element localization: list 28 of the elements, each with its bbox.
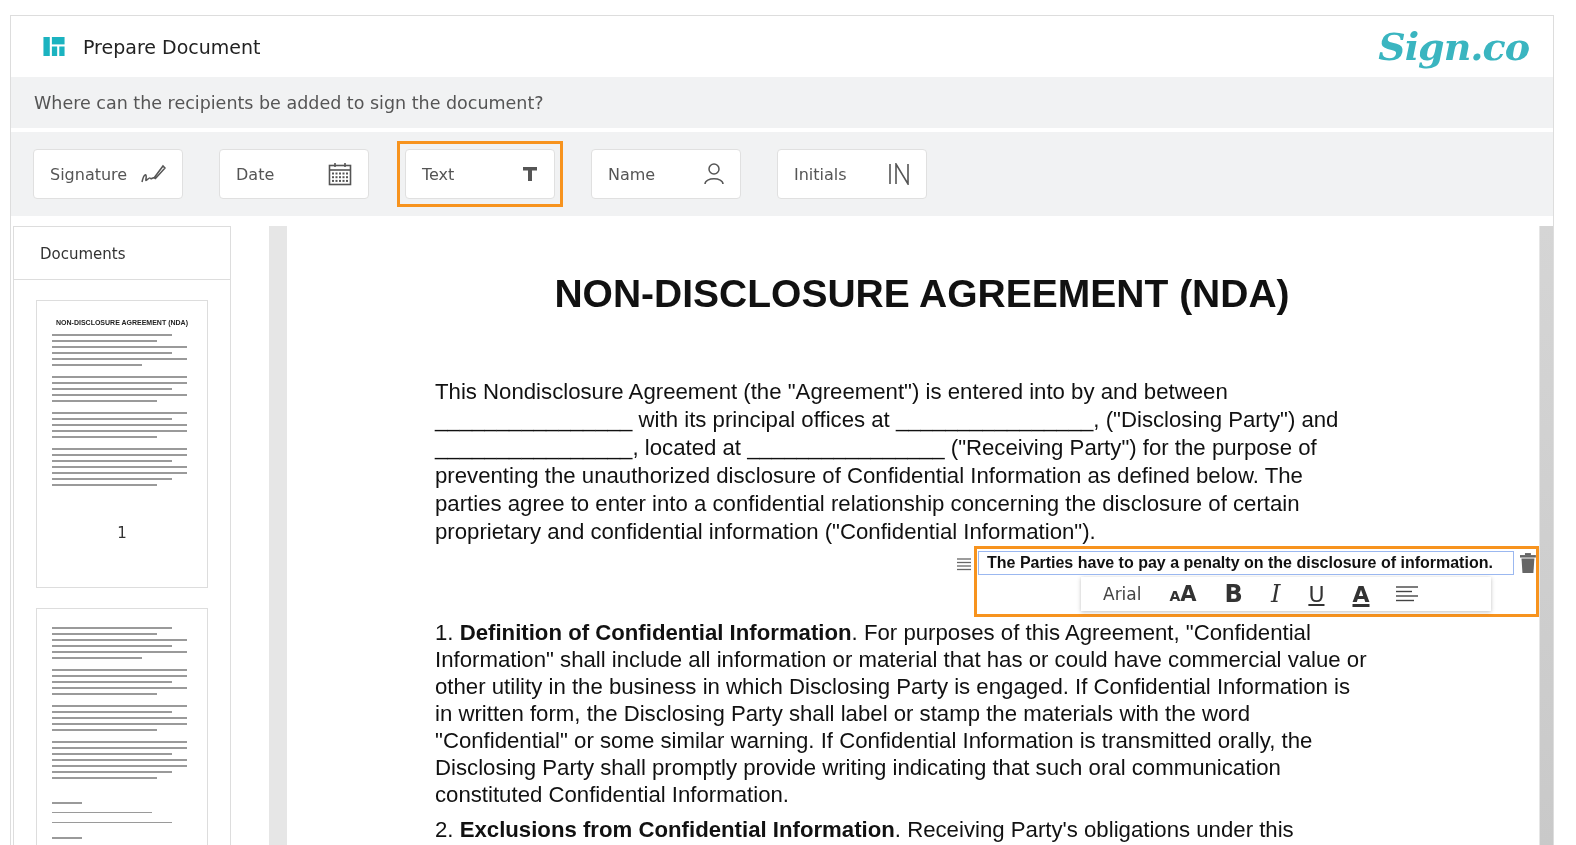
trash-icon[interactable]	[1520, 553, 1536, 573]
text-input-field[interactable]: The Parties have to pay a penalty on the disclosure of information.	[978, 551, 1515, 575]
question-text: Where can the recipients be added to sign the document?	[34, 92, 544, 113]
font-dropdown[interactable]: Arial	[1091, 577, 1154, 611]
person-icon	[704, 163, 724, 185]
page-thumbnail[interactable]	[36, 608, 208, 845]
italic-button[interactable]: I	[1258, 577, 1293, 611]
panel-title: Documents	[14, 227, 230, 280]
initials-icon	[888, 163, 910, 185]
layout-icon	[43, 37, 65, 56]
calendar-icon	[328, 162, 352, 186]
align-left-icon[interactable]	[1395, 586, 1418, 602]
scrollbar[interactable]	[1540, 226, 1553, 845]
bold-button[interactable]: B	[1212, 577, 1255, 611]
page-title: Prepare Document	[83, 35, 261, 58]
text-color-button[interactable]: A	[1340, 577, 1382, 611]
paragraph: 1. Definition of Confidential Information. For purposes of this Agreement, "Confidential Information" shall include all information or material that has or could have commercial value or other utility in the business in which Disclosing Party is engaged. If Confidential Information is in written form, the Disclosing Party shall label or stamp the materials with the word "Confidential" or some similar warning. If Confidential Information is transmitted orally, the Disclosing Party shall promptly provide writing indicating that such oral communication constituted Confidential Information.	[435, 619, 1368, 808]
font-size-button[interactable]: AA	[1157, 577, 1209, 611]
document-title: NON-DISCLOSURE AGREEMENT (NDA)	[553, 272, 1291, 316]
paragraph: This Nondisclosure Agreement (the "Agreement") is entered into by and between ________________ with its principal offices at ________________, ("Disclosing Party") and ________________, located at ________________ ("Receiving Party") for the purpose of preventing the unauthorized disclosure of Confidential Information as defined below. The parties agree to enter into a confidential relationship concerning the disclosure of certain proprietary and confidential information ("Confidential Information").	[435, 378, 1340, 546]
drag-handle-icon[interactable]	[957, 557, 971, 571]
logo: Sign.co	[1378, 24, 1529, 69]
pen-icon	[140, 163, 166, 185]
field-tool-button[interactable]: Text	[397, 141, 563, 207]
page-number: 1	[117, 524, 127, 542]
underline-button[interactable]: U	[1296, 577, 1337, 611]
text-icon	[522, 166, 538, 182]
paragraph: 2. Exclusions from Confidential Information. Receiving Party's obligations under this	[435, 816, 1295, 843]
